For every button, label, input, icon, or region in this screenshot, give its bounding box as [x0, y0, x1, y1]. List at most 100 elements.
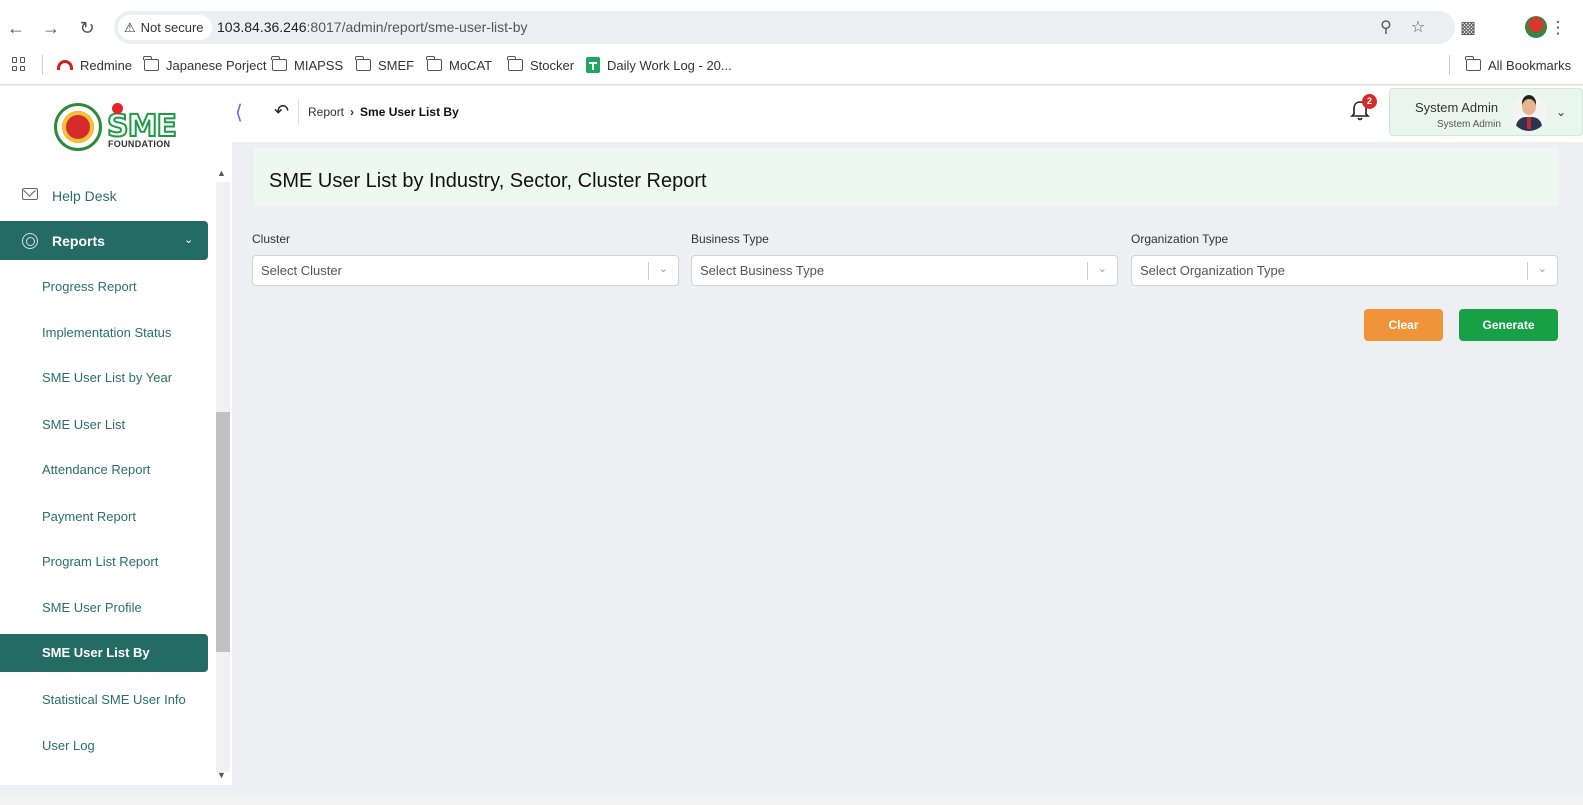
generate-button[interactable]: Generate	[1459, 309, 1558, 341]
sidebar-item-help-desk[interactable]: Help Desk	[0, 172, 208, 212]
bookmark-stocker[interactable]: Stocker	[507, 56, 574, 74]
sidebar-item-label: Reports	[52, 233, 105, 249]
sidebar-item-reports[interactable]: Reports ⌄	[0, 221, 208, 260]
organization-type-label: Organization Type	[1131, 232, 1229, 246]
bookmark-label: Redmine	[80, 57, 133, 73]
business-type-label: Business Type	[691, 232, 769, 246]
logo[interactable]: SME FOUNDATION	[0, 86, 232, 164]
bookmark-daily-work-log[interactable]: Daily Work Log - 20...	[586, 56, 732, 74]
window-bottom-edge	[0, 795, 1583, 805]
star-icon[interactable]: ☆	[1408, 18, 1428, 38]
mail-icon	[22, 188, 38, 200]
breadcrumb: Report › Sme User List By	[308, 105, 459, 119]
bookmark-smef[interactable]: SMEF	[355, 56, 415, 74]
reload-icon[interactable]: ↻	[75, 16, 99, 40]
sidebar-item-program-list-report[interactable]: Program List Report	[0, 543, 208, 581]
sidebar: Help Desk Reports ⌄ Progress Report Impl…	[0, 164, 208, 785]
sidebar-item-payment-report[interactable]: Payment Report	[0, 498, 208, 536]
bookmark-mocat[interactable]: MoCAT	[426, 56, 493, 74]
sidebar-item-label: Attendance Report	[42, 462, 151, 477]
logo-subtitle: FOUNDATION	[108, 139, 171, 149]
redmine-icon	[57, 60, 73, 70]
cluster-select[interactable]: Select Cluster ⌄	[252, 255, 679, 286]
clear-button[interactable]: Clear	[1364, 309, 1443, 341]
bookmark-label: All Bookmarks	[1488, 57, 1572, 73]
sheets-icon	[586, 57, 600, 73]
url-host: 103.84.36.246	[217, 19, 307, 35]
sidebar-item-statistical-sme-user-info[interactable]: Statistical SME User Info	[0, 681, 208, 719]
address-bar[interactable]: ⚠ Not secure 103.84.36.246:8017/admin/re…	[114, 11, 1455, 44]
sidebar-item-label: Payment Report	[42, 509, 136, 524]
warning-icon: ⚠	[124, 19, 136, 35]
sidebar-scrollbar[interactable]: ▲ ▼	[208, 164, 232, 785]
main-content: SME User List by Industry, Sector, Clust…	[232, 142, 1583, 795]
scroll-thumb[interactable]	[216, 412, 230, 652]
breadcrumb-report[interactable]: Report	[308, 105, 344, 119]
business-type-select[interactable]: Select Business Type ⌄	[691, 255, 1118, 286]
sidebar-item-sme-user-list-by-year[interactable]: SME User List by Year	[0, 359, 208, 397]
sidebar-item-label: User Log	[42, 738, 95, 753]
breadcrumb-current: Sme User List By	[360, 105, 459, 119]
app-header: ⟨ ↶ Report › Sme User List By 2 System A…	[232, 86, 1583, 142]
sidebar-item-user-log[interactable]: User Log	[0, 727, 208, 765]
back-arrow-icon[interactable]: ←	[4, 16, 28, 40]
page-title-card: SME User List by Industry, Sector, Clust…	[252, 148, 1558, 206]
menu-kebab-icon[interactable]: ⋮	[1546, 16, 1570, 40]
extensions-icon[interactable]: ▩	[1456, 16, 1480, 40]
business-type-placeholder: Select Business Type	[700, 263, 825, 278]
emblem-icon	[54, 103, 102, 151]
security-chip[interactable]: ⚠ Not secure	[118, 15, 212, 40]
back-icon[interactable]: ↶	[274, 101, 289, 122]
cluster-placeholder: Select Cluster	[261, 263, 342, 278]
user-menu[interactable]: System Admin System Admin ⌄	[1389, 88, 1583, 136]
business-type-filter: Business Type Select Business Type ⌄	[691, 232, 1118, 286]
sidebar-item-label: SME User List By	[42, 645, 150, 660]
zoom-icon[interactable]: ⚲	[1376, 18, 1396, 38]
cluster-filter: Cluster Select Cluster ⌄	[252, 232, 679, 286]
folder-icon	[355, 56, 371, 71]
user-role: System Admin	[1437, 119, 1501, 130]
all-bookmarks[interactable]: All Bookmarks	[1465, 56, 1572, 74]
sidebar-item-implementation-status[interactable]: Implementation Status	[0, 314, 208, 352]
security-label: Not secure	[140, 20, 204, 35]
sidebar-item-label: SME User List by Year	[42, 370, 173, 385]
organization-type-select[interactable]: Select Organization Type ⌄	[1131, 255, 1558, 286]
sidebar-item-label: Statistical SME User Info	[42, 692, 186, 707]
url-text[interactable]: 103.84.36.246:8017/admin/report/sme-user…	[217, 19, 528, 35]
sidebar-item-label: Progress Report	[42, 279, 137, 294]
scroll-down-icon[interactable]: ▼	[217, 770, 226, 780]
chevron-down-icon[interactable]: ⌄	[659, 262, 668, 275]
select-divider	[648, 262, 649, 280]
bookmarks-bar: Redmine Japanese Porject MIAPSS SMEF MoC…	[0, 52, 1583, 78]
chevron-down-icon[interactable]: ⌄	[1538, 262, 1547, 275]
sidebar-item-sme-user-list-by[interactable]: SME User List By	[0, 634, 208, 672]
bookmark-label: MIAPSS	[294, 57, 344, 73]
bookmark-label: MoCAT	[449, 57, 493, 73]
browser-toolbar: ← → ↻ ⚠ Not secure 103.84.36.246:8017/ad…	[0, 0, 1583, 85]
collapse-sidebar-icon[interactable]: ⟨	[235, 100, 243, 125]
chevron-down-icon: ⌄	[1556, 105, 1567, 119]
sidebar-item-attendance-report[interactable]: Attendance Report	[0, 451, 208, 489]
logo-dot	[112, 103, 123, 114]
bookmark-japanese-project[interactable]: Japanese Porject	[143, 56, 266, 74]
sidebar-item-sme-user-profile[interactable]: SME User Profile	[0, 589, 208, 627]
notification-badge: 2	[1362, 94, 1377, 109]
cluster-label: Cluster	[252, 232, 291, 246]
scroll-up-icon[interactable]: ▲	[217, 168, 226, 178]
bookmark-miapss[interactable]: MIAPSS	[271, 56, 344, 74]
forward-arrow-icon[interactable]: →	[39, 16, 63, 40]
sidebar-item-progress-report[interactable]: Progress Report	[0, 268, 208, 306]
sidebar-item-label: Program List Report	[42, 554, 159, 569]
header-divider	[298, 99, 299, 125]
sidebar-item-sme-user-list[interactable]: SME User List	[0, 406, 208, 444]
sidebar-item-label: Implementation Status	[42, 325, 172, 340]
chevron-down-icon[interactable]: ⌄	[1098, 262, 1107, 275]
page-title: SME User List by Industry, Sector, Clust…	[269, 170, 707, 192]
profile-avatar-icon[interactable]	[1525, 16, 1547, 38]
folder-icon	[143, 56, 159, 71]
folder-icon	[426, 56, 442, 71]
bookmark-separator	[1449, 55, 1450, 75]
bookmark-redmine[interactable]: Redmine	[57, 56, 132, 74]
bookmark-label: SMEF	[378, 57, 415, 73]
sidebar-item-label: Help Desk	[52, 188, 117, 204]
